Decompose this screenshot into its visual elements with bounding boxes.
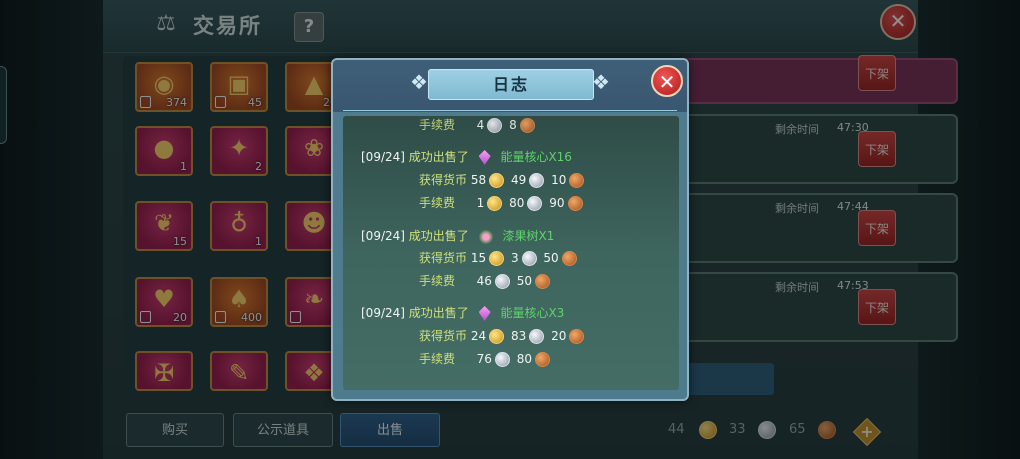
copper-coin-icon: [567, 196, 583, 211]
fee-label: 手续费: [419, 274, 456, 288]
log-dialog-header: ❖ 日志 ❖ ✕: [333, 60, 687, 112]
log-dialog: ❖ 日志 ❖ ✕ 手续费 4 8 [09/24] 成功出售了 能量核心X16 获…: [331, 58, 689, 401]
gold-coin-icon: [489, 251, 505, 266]
ornament-left-icon: ❖: [410, 70, 428, 94]
fee-copper: 90: [549, 196, 565, 210]
flower-icon: [478, 229, 493, 244]
log-date: [09/24]: [361, 229, 405, 243]
fee-silver: 4: [476, 118, 485, 132]
gold-coin-icon: [489, 173, 505, 188]
log-title-plate: 日志: [428, 69, 594, 100]
earn-gold: 15: [470, 251, 487, 265]
log-fee-row: 手续费 76 80: [419, 350, 553, 368]
sold-label: 成功出售了: [408, 306, 469, 320]
silver-coin-icon: [521, 251, 537, 266]
fee-label: 手续费: [419, 196, 456, 210]
gold-coin-icon: [487, 196, 503, 211]
earn-gold: 58: [470, 173, 487, 187]
earn-gold: 24: [470, 329, 487, 343]
silver-coin-icon: [529, 329, 545, 344]
fee-copper: 50: [516, 274, 533, 288]
fee-copper: 80: [516, 352, 533, 366]
log-fee-row: 手续费 1 80 90: [419, 194, 586, 212]
log-title: 日志: [492, 75, 529, 94]
copper-coin-icon: [561, 251, 577, 266]
log-entry-header: [09/24] 成功出售了 能量核心X3: [361, 304, 564, 322]
silver-coin-icon: [527, 196, 543, 211]
sold-item-name: 漆果树X1: [502, 229, 555, 243]
earn-copper: 50: [543, 251, 559, 265]
log-date: [09/24]: [361, 150, 405, 164]
log-entry-header: [09/24] 成功出售了 漆果树X1: [361, 227, 554, 245]
log-date: [09/24]: [361, 306, 405, 320]
earn-silver: 49: [510, 173, 527, 187]
log-fee-row: 手续费 46 50: [419, 272, 553, 290]
fee-copper: 8: [509, 118, 517, 132]
log-earn-row: 获得货币 24 83 20: [419, 327, 587, 345]
earn-silver: 3: [510, 251, 519, 265]
sold-item-name: 能量核心X3: [500, 306, 565, 320]
copper-coin-icon: [519, 118, 535, 133]
sold-label: 成功出售了: [408, 150, 469, 164]
gold-coin-icon: [489, 329, 505, 344]
earn-copper: 10: [551, 173, 567, 187]
header-divider: [343, 110, 677, 111]
fee-silver: 46: [476, 274, 492, 288]
fee-silver: 76: [476, 352, 492, 366]
earn-label: 获得货币: [419, 173, 468, 187]
gem-icon: [478, 306, 491, 321]
game-screen: ⚖ 交易所 ? ✕ ◉ 374 ▣ 45 ▲ 20 ● 1 ✦ 2 ❀ ❦ 15…: [0, 0, 1020, 459]
silver-coin-icon: [529, 173, 545, 188]
silver-coin-icon: [494, 274, 510, 289]
earn-silver: 83: [510, 329, 527, 343]
close-log-button[interactable]: ✕: [651, 65, 683, 97]
log-fee-row-partial: 手续费 4 8: [419, 116, 538, 134]
fee-gold: 1: [476, 196, 485, 210]
sold-item-name: 能量核心X16: [500, 150, 572, 164]
log-entry-header: [09/24] 成功出售了 能量核心X16: [361, 148, 572, 166]
copper-coin-icon: [535, 352, 551, 367]
log-earn-row: 获得货币 15 3 50: [419, 249, 580, 267]
earn-copper: 20: [551, 329, 567, 343]
gem-icon: [478, 150, 491, 165]
log-earn-row: 获得货币 58 49 10: [419, 171, 587, 189]
earn-label: 获得货币: [419, 251, 468, 265]
copper-coin-icon: [569, 173, 585, 188]
ornament-right-icon: ❖: [592, 70, 610, 94]
silver-coin-icon: [494, 352, 510, 367]
earn-label: 获得货币: [419, 329, 468, 343]
fee-silver: 80: [509, 196, 525, 210]
fee-label: 手续费: [419, 118, 456, 132]
sold-label: 成功出售了: [408, 229, 469, 243]
copper-coin-icon: [569, 329, 585, 344]
fee-label: 手续费: [419, 352, 456, 366]
silver-coin-icon: [487, 118, 503, 133]
copper-coin-icon: [535, 274, 551, 289]
log-list[interactable]: 手续费 4 8 [09/24] 成功出售了 能量核心X16 获得货币 58 49…: [343, 116, 679, 390]
